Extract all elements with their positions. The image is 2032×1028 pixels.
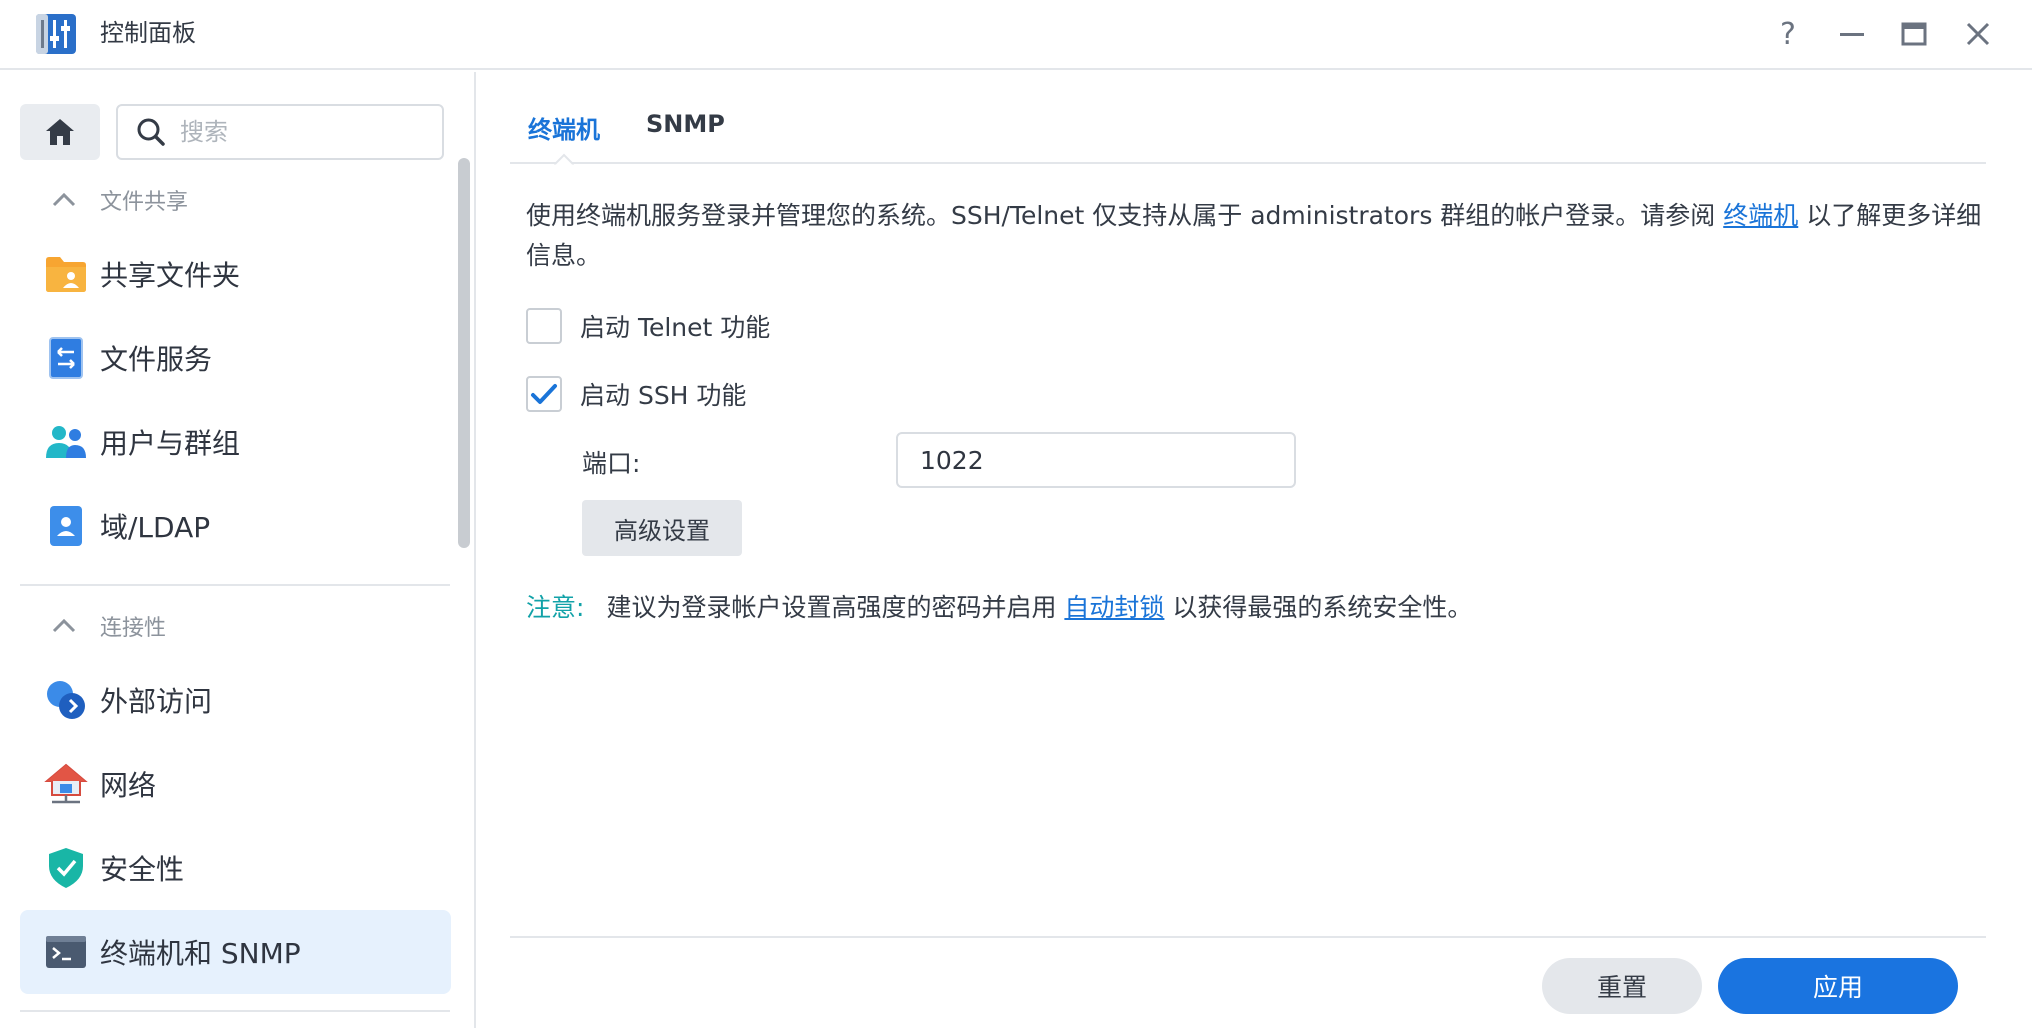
checkmark-icon <box>531 384 557 404</box>
footer-divider <box>510 936 1986 938</box>
sidebar-item-label: 安全性 <box>100 853 185 886</box>
active-tab-caret-icon <box>554 153 574 166</box>
window-title: 控制面板 <box>100 19 196 47</box>
group-connectivity[interactable]: 连接性 <box>20 598 450 654</box>
search-icon <box>137 118 165 146</box>
port-label: 端口: <box>582 449 641 478</box>
sidebar-item-label: 网络 <box>100 769 157 802</box>
terminal-help-link[interactable]: 终端机 <box>1723 201 1798 230</box>
ssh-option[interactable]: 启动 SSH 功能 <box>526 374 746 414</box>
security-shield-icon <box>44 846 88 890</box>
sidebar-divider <box>20 584 450 586</box>
folder-share-icon <box>44 252 88 296</box>
scrollbar-thumb[interactable] <box>458 158 470 548</box>
sidebar-divider <box>20 1010 450 1012</box>
note-text: 以获得最强的系统安全性。 <box>1164 593 1473 622</box>
advanced-settings-button[interactable]: 高级设置 <box>582 500 742 556</box>
telnet-option[interactable]: 启动 Telnet 功能 <box>526 306 770 346</box>
sidebar-item-security[interactable]: 安全性 <box>20 826 451 910</box>
group-label: 文件共享 <box>100 190 189 215</box>
external-access-icon <box>44 678 88 722</box>
sidebar-item-shared-folder[interactable]: 共享文件夹 <box>20 232 451 316</box>
apply-button[interactable]: 应用 <box>1718 958 1958 1014</box>
terminal-icon <box>44 930 88 974</box>
sidebar: 文件共享 共享文件夹 文件服务 <box>0 72 476 1028</box>
security-note: 注意: 建议为登录帐户设置高强度的密码并启用 自动封锁 以获得最强的系统安全性。 <box>526 588 1472 628</box>
group-file-sharing[interactable]: 文件共享 <box>20 172 450 228</box>
search-box[interactable] <box>116 104 444 160</box>
note-text: 建议为登录帐户设置高强度的密码并启用 <box>606 593 1065 622</box>
auto-block-link[interactable]: 自动封锁 <box>1064 593 1164 622</box>
tab-terminal[interactable]: 终端机 <box>528 110 600 145</box>
group-label: 连接性 <box>100 616 167 641</box>
sidebar-item-label: 外部访问 <box>100 685 213 718</box>
chevron-up-icon <box>52 192 92 208</box>
sidebar-item-label: 终端机和 SNMP <box>100 937 301 970</box>
tab-bar: 终端机 SNMP <box>510 72 1986 166</box>
sidebar-item-file-services[interactable]: 文件服务 <box>20 316 451 400</box>
reset-button[interactable]: 重置 <box>1542 958 1702 1014</box>
terminal-description: 使用终端机服务登录并管理您的系统。SSH/Telnet 仅支持从属于 admin… <box>526 196 1996 276</box>
ssh-port-input[interactable] <box>896 432 1296 488</box>
minimize-icon[interactable] <box>1832 14 1872 54</box>
help-glyph: ? <box>1780 16 1796 52</box>
help-icon[interactable]: ? <box>1768 14 1808 54</box>
sidebar-item-network[interactable]: 网络 <box>20 742 451 826</box>
users-groups-icon <box>44 420 88 464</box>
title-bar: 控制面板 ? <box>0 0 2032 70</box>
search-input[interactable] <box>180 118 420 146</box>
main-panel: 终端机 SNMP 使用终端机服务登录并管理您的系统。SSH/Telnet 仅支持… <box>478 72 2032 1028</box>
sidebar-item-terminal-snmp[interactable]: 终端机和 SNMP <box>20 910 451 994</box>
sidebar-item-external-access[interactable]: 外部访问 <box>20 658 451 742</box>
sidebar-item-label: 用户与群组 <box>100 427 241 460</box>
sidebar-item-label: 共享文件夹 <box>100 259 241 292</box>
telnet-checkbox[interactable] <box>526 308 562 344</box>
note-label: 注意: <box>526 593 585 622</box>
maximize-icon[interactable] <box>1894 14 1934 54</box>
ssh-checkbox[interactable] <box>526 376 562 412</box>
domain-ldap-icon <box>44 504 88 548</box>
ssh-label: 启动 SSH 功能 <box>580 381 747 410</box>
telnet-label: 启动 Telnet 功能 <box>580 313 771 342</box>
file-services-icon <box>44 336 88 380</box>
sidebar-item-label: 域/LDAP <box>100 511 211 544</box>
description-text: 使用终端机服务登录并管理您的系统。SSH/Telnet 仅支持从属于 admin… <box>526 201 1724 230</box>
sidebar-item-domain-ldap[interactable]: 域/LDAP <box>20 484 451 568</box>
tab-snmp[interactable]: SNMP <box>646 110 725 138</box>
sidebar-scrollbar[interactable] <box>458 158 470 548</box>
close-icon[interactable] <box>1958 14 1998 54</box>
home-button[interactable] <box>20 104 100 160</box>
sidebar-item-users-groups[interactable]: 用户与群组 <box>20 400 451 484</box>
home-icon <box>46 119 74 145</box>
control-panel-icon <box>33 12 79 56</box>
sidebar-item-label: 文件服务 <box>100 343 213 376</box>
network-icon <box>44 762 88 806</box>
chevron-up-icon <box>52 618 92 634</box>
